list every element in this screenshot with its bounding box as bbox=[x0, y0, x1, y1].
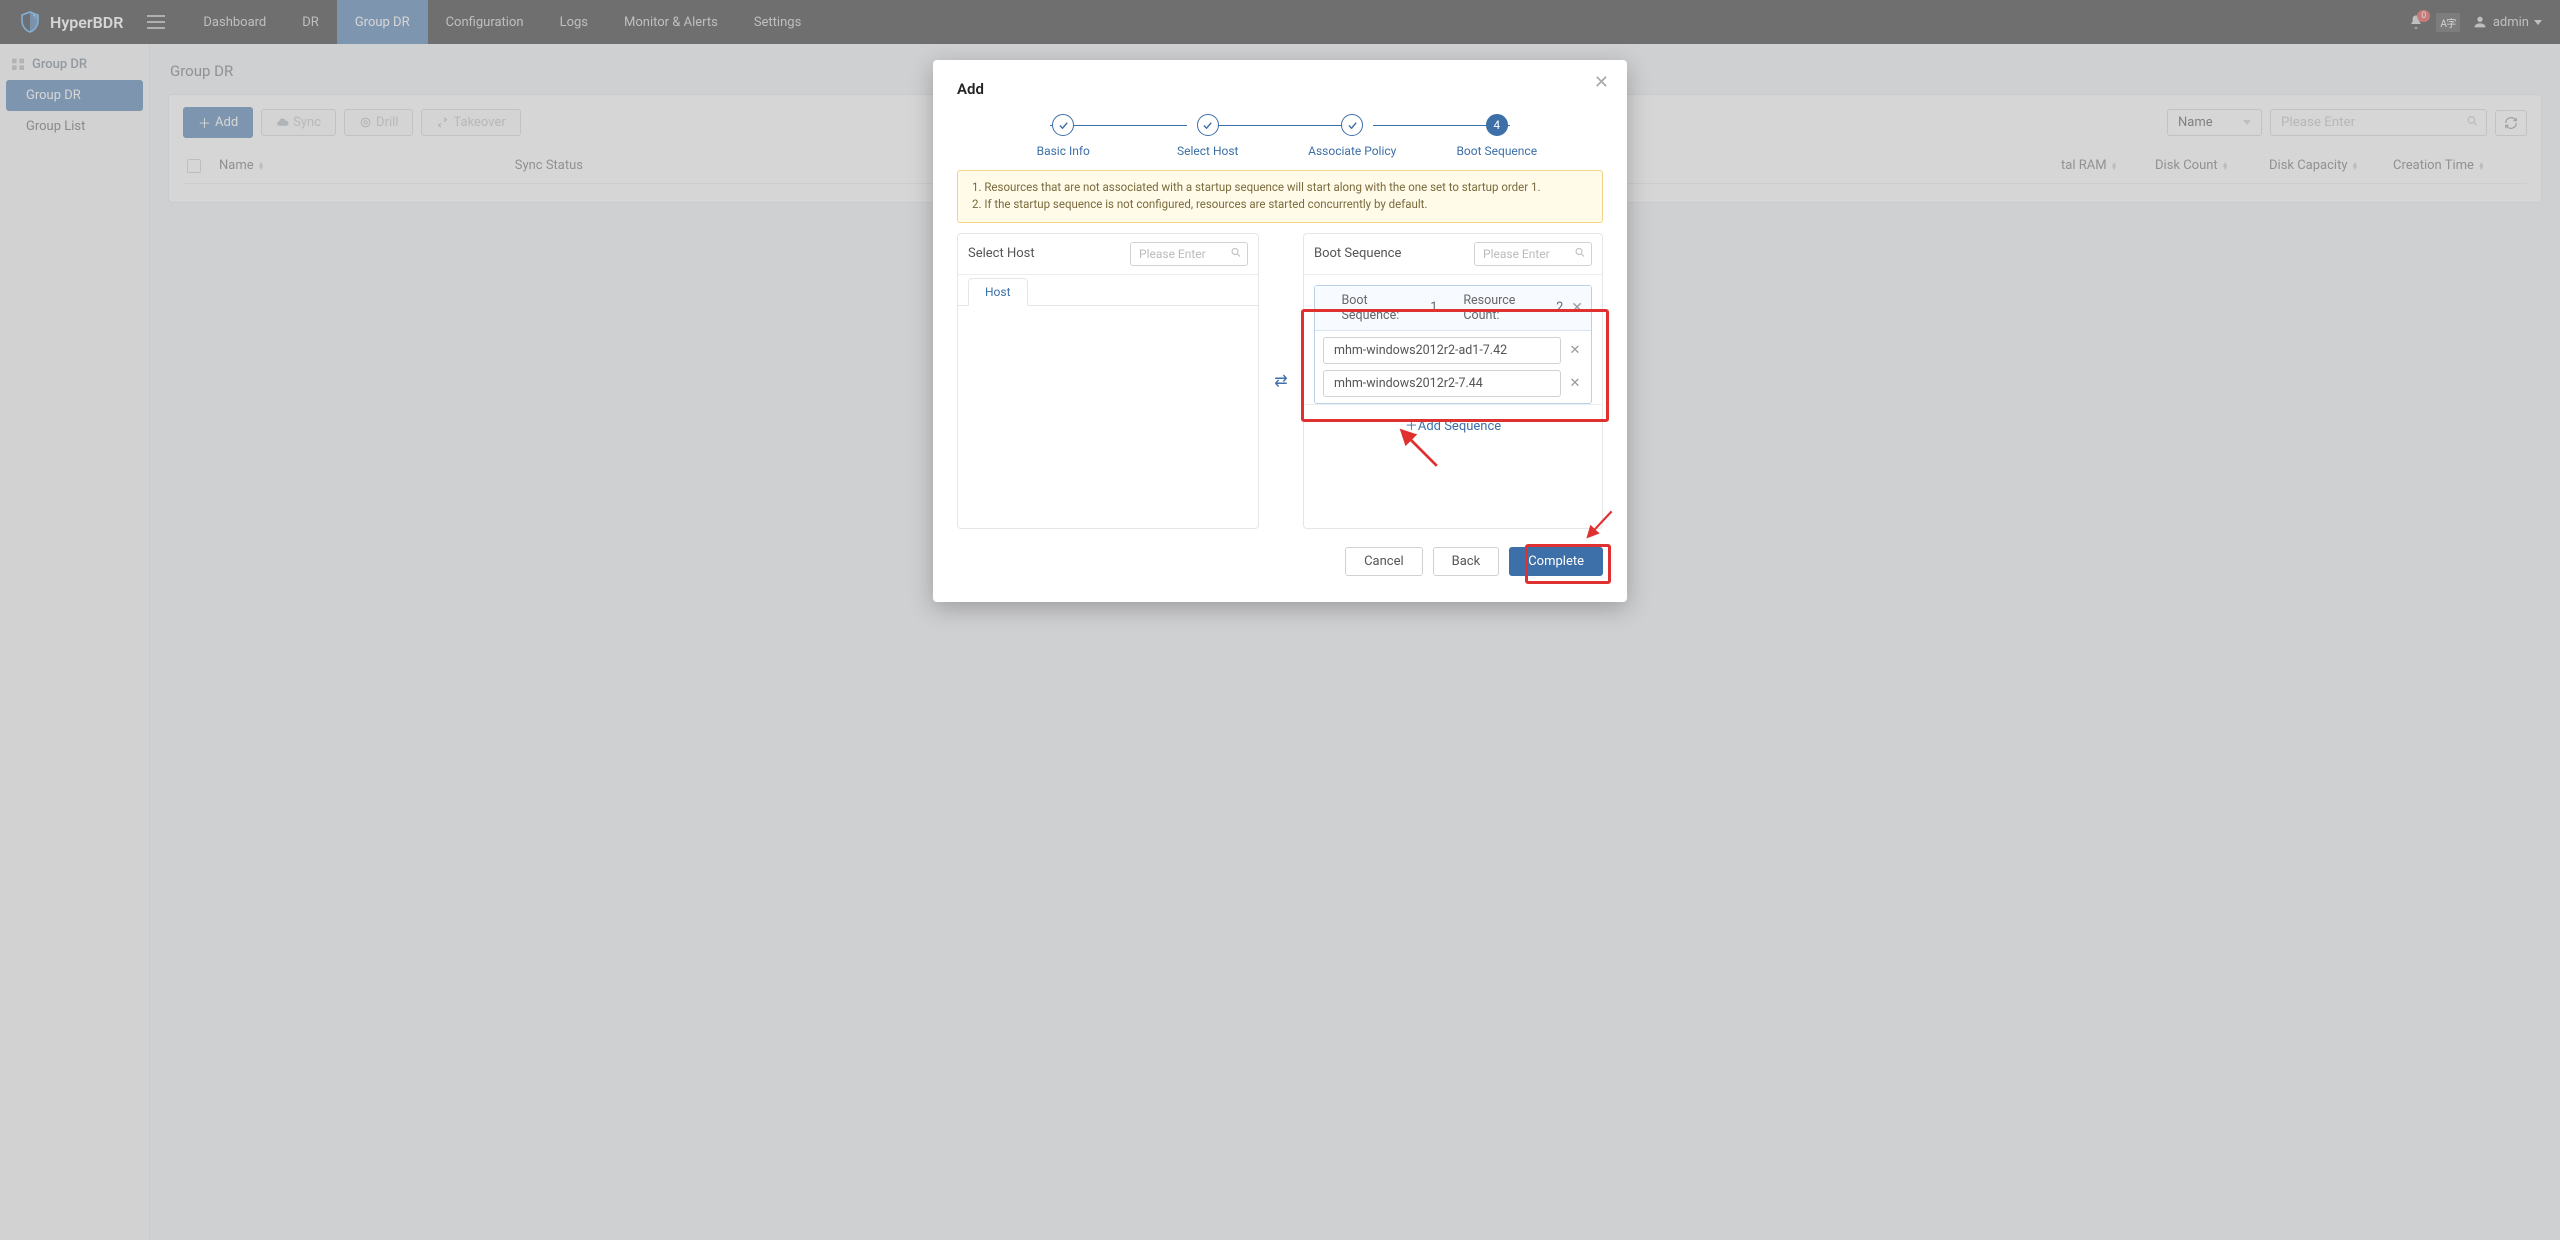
step-boot-sequence[interactable]: 4 Boot Sequence bbox=[1425, 114, 1570, 158]
back-button[interactable]: Back bbox=[1433, 547, 1500, 576]
select-host-panel: Select Host Host bbox=[957, 233, 1259, 529]
add-sequence-row: ＋Add Sequence bbox=[1304, 404, 1602, 444]
host-tab[interactable]: Host bbox=[968, 278, 1028, 306]
resource-count-prefix: Resource Count: bbox=[1463, 293, 1548, 323]
cancel-button[interactable]: Cancel bbox=[1345, 547, 1423, 576]
plus-icon: ＋ bbox=[1405, 419, 1418, 434]
close-icon: ✕ bbox=[1570, 343, 1581, 358]
alert-line-1: 1. Resources that are not associated wit… bbox=[972, 179, 1588, 196]
modal-title: Add bbox=[957, 80, 1603, 98]
add-sequence-label: Add Sequence bbox=[1418, 419, 1501, 434]
check-icon bbox=[1197, 114, 1219, 136]
panel-header: Select Host bbox=[958, 234, 1258, 275]
transfer-toggle[interactable]: ⇄ bbox=[1269, 371, 1293, 390]
panel-header: Boot Sequence bbox=[1303, 233, 1603, 274]
step-label: Boot Sequence bbox=[1456, 144, 1537, 158]
info-alert: 1. Resources that are not associated wit… bbox=[957, 170, 1603, 223]
step-label: Associate Policy bbox=[1308, 144, 1396, 158]
resource-count-number: 2 bbox=[1556, 300, 1563, 315]
panel-body: Host bbox=[958, 275, 1258, 528]
complete-button[interactable]: Complete bbox=[1509, 547, 1603, 576]
sequence-header[interactable]: ⌄ Boot Sequence: 1 Resource Count: 2 ✕ bbox=[1315, 286, 1591, 331]
check-icon bbox=[1052, 114, 1074, 136]
check-icon bbox=[1341, 114, 1363, 136]
close-icon: ✕ bbox=[1594, 72, 1609, 93]
close-icon: ✕ bbox=[1571, 300, 1583, 316]
modal-close-button[interactable]: ✕ bbox=[1594, 74, 1609, 92]
step-associate-policy[interactable]: Associate Policy bbox=[1280, 114, 1425, 158]
boot-sequence-panel: Boot Sequence ⌄ Boot Sequence: 1 Resourc… bbox=[1303, 233, 1603, 529]
add-modal: ✕ Add Basic Info Select Host Associate P… bbox=[933, 60, 1627, 602]
step-select-host[interactable]: Select Host bbox=[1136, 114, 1281, 158]
step-label: Basic Info bbox=[1037, 144, 1090, 158]
sequence-item-row: mhm-windows2012r2-7.44 ✕ bbox=[1315, 370, 1591, 403]
sequence-item-row: mhm-windows2012r2-ad1-7.42 ✕ bbox=[1315, 331, 1591, 370]
swap-horizontal-icon: ⇄ bbox=[1274, 371, 1287, 390]
step-basic-info[interactable]: Basic Info bbox=[991, 114, 1136, 158]
panel-title: Boot Sequence bbox=[1314, 246, 1401, 261]
panel-title: Select Host bbox=[968, 246, 1035, 261]
host-search-wrap bbox=[1130, 242, 1248, 266]
chevron-down-icon: ⌄ bbox=[1323, 300, 1333, 316]
wizard-steps: Basic Info Select Host Associate Policy … bbox=[957, 114, 1603, 170]
search-icon bbox=[1230, 246, 1242, 261]
add-sequence-button[interactable]: ＋Add Sequence bbox=[1405, 419, 1501, 434]
transfer-panels: Select Host Host ⇄ Boot Sequence bbox=[957, 233, 1603, 529]
remove-sequence-button[interactable]: ✕ bbox=[1571, 301, 1583, 315]
step-label: Select Host bbox=[1177, 144, 1238, 158]
sequence-search-wrap bbox=[1474, 242, 1592, 266]
sequence-title-number: 1 bbox=[1430, 300, 1437, 315]
close-icon: ✕ bbox=[1570, 376, 1581, 391]
boot-sequence-group: ⌄ Boot Sequence: 1 Resource Count: 2 ✕ m… bbox=[1314, 285, 1592, 404]
alert-line-2: 2. If the startup sequence is not config… bbox=[972, 196, 1588, 213]
sequence-item[interactable]: mhm-windows2012r2-7.44 bbox=[1323, 370, 1561, 397]
sequence-title-prefix: Boot Sequence: bbox=[1341, 293, 1422, 323]
remove-item-button[interactable]: ✕ bbox=[1567, 376, 1583, 391]
remove-item-button[interactable]: ✕ bbox=[1567, 343, 1583, 358]
panel-body: ⌄ Boot Sequence: 1 Resource Count: 2 ✕ m… bbox=[1303, 274, 1603, 529]
step-number-icon: 4 bbox=[1486, 114, 1508, 136]
search-icon bbox=[1574, 246, 1586, 261]
sequence-item[interactable]: mhm-windows2012r2-ad1-7.42 bbox=[1323, 337, 1561, 364]
modal-footer: Cancel Back Complete bbox=[957, 547, 1603, 576]
